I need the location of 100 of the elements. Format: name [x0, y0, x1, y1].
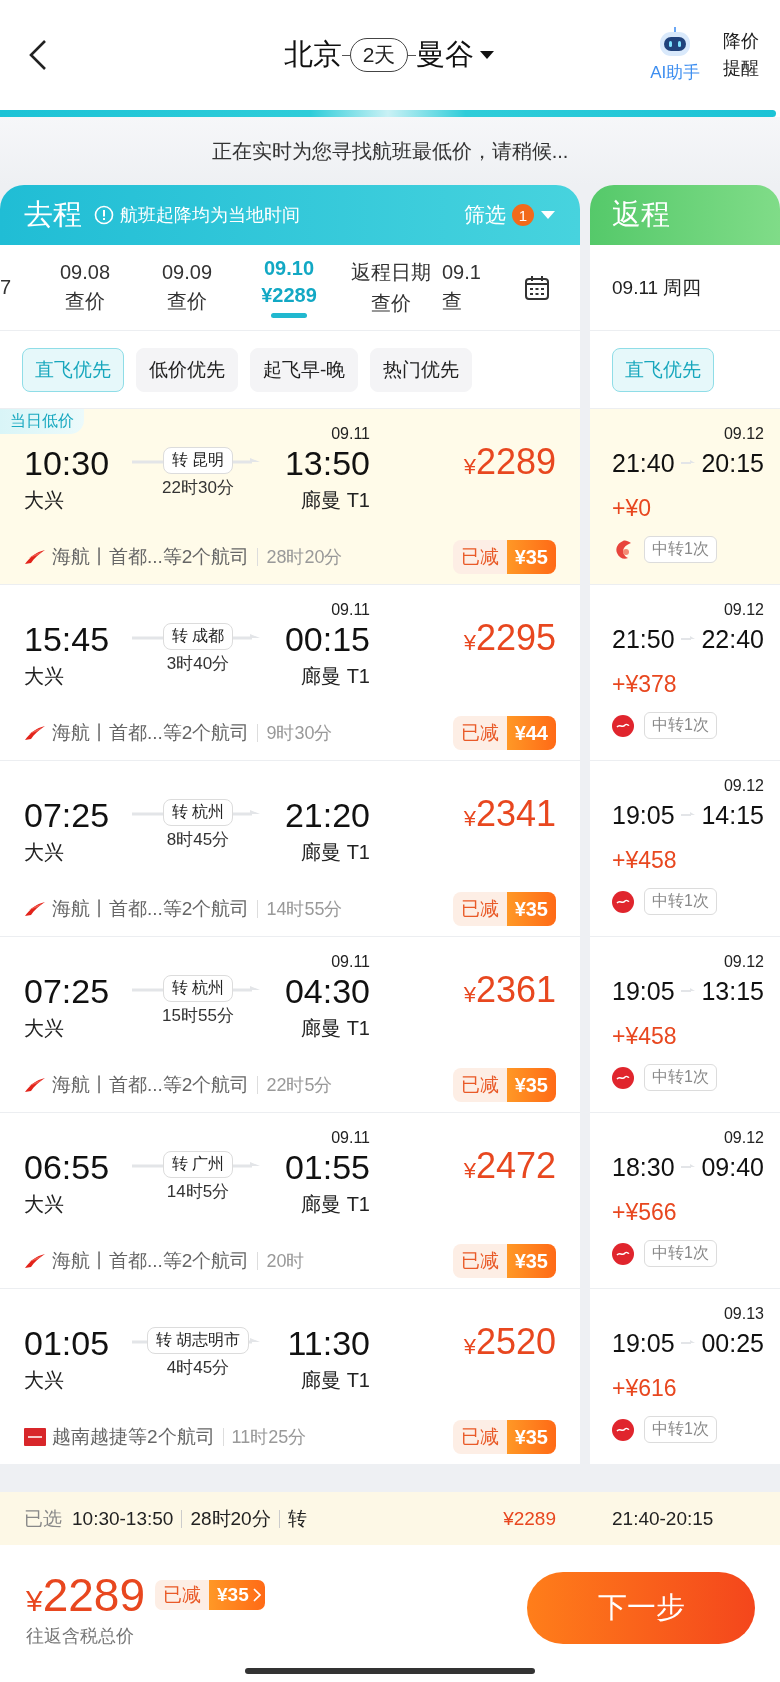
- route-arrow: [681, 1164, 695, 1170]
- stops-tag: 中转1次: [644, 888, 717, 915]
- selected-duration: 28时20分: [190, 1506, 271, 1531]
- return-flight-row[interactable]: 09.13 19:05 00:25 +¥616 中转1次: [590, 1288, 780, 1464]
- transfer-tag: 转 杭州: [162, 799, 234, 826]
- discount-label: 已减: [452, 1420, 507, 1454]
- date-tab[interactable]: 7: [0, 276, 34, 299]
- flight-price: ¥2520: [463, 1320, 556, 1363]
- departure-time: 19:05: [612, 1328, 675, 1358]
- total-duration: 11时25分: [231, 1426, 307, 1449]
- transfer-tag: 转 昆明: [162, 447, 234, 474]
- transfer-tag: 转 广州: [162, 1151, 234, 1178]
- departure-time: 21:50: [612, 624, 675, 654]
- flight-row[interactable]: 01:05 大兴 转 胡志明市 4时45分 11:30 廊曼 T1 ¥2520 越南越捷等2个航司 11时25分 已减 ¥35: [0, 1288, 580, 1464]
- arrival-time: 22:40: [701, 624, 764, 654]
- route-arrow: [681, 1340, 695, 1346]
- arrival-airport: 廊曼 T1: [301, 840, 370, 865]
- swoosh-logo: [24, 1253, 46, 1269]
- route-arrow: [681, 636, 695, 642]
- calendar-icon[interactable]: [524, 274, 550, 301]
- date-tab[interactable]: 返程日期 查价: [340, 258, 442, 317]
- sort-chip[interactable]: 热门优先: [370, 347, 473, 392]
- total-duration: 20时: [266, 1250, 305, 1273]
- lowest-price-badge: 当日低价: [0, 409, 84, 434]
- route-arrow: [681, 988, 695, 994]
- arrival-date: 09.11: [331, 1129, 370, 1147]
- selected-price: ¥2289: [503, 1507, 556, 1530]
- price-alert-button[interactable]: 降价提醒: [722, 28, 760, 82]
- departure-airport: 大兴: [24, 488, 64, 513]
- arrival-time: 14:15: [701, 800, 764, 830]
- stops-tag: 中转1次: [644, 1064, 717, 1091]
- arrival-date: 09.12: [723, 425, 764, 443]
- departure-time: 18:30: [612, 1152, 675, 1182]
- circle-logo: [612, 1066, 634, 1089]
- airline-name: 海航丨首都...等2个航司: [52, 721, 250, 745]
- arrival-time: 09:40: [701, 1152, 764, 1182]
- circle-logo: [612, 1242, 634, 1265]
- stops-tag: 中转1次: [644, 712, 717, 739]
- route-arrow: [681, 812, 695, 818]
- info-icon: [94, 205, 114, 225]
- arrival-date: 09.12: [723, 953, 764, 971]
- total-duration: 14时55分: [266, 898, 343, 921]
- date-tab[interactable]: 09.1 查: [442, 260, 498, 315]
- departure-time: 19:05: [612, 800, 675, 830]
- return-title: 返程: [611, 197, 670, 232]
- date-tab[interactable]: 09.08 查价: [34, 260, 136, 315]
- layover-duration: 3时40分: [166, 653, 230, 675]
- arrival-time: 13:15: [701, 976, 764, 1006]
- dropdown-caret-icon[interactable]: [478, 49, 497, 61]
- departure-airport: 大兴: [24, 840, 64, 865]
- departure-airport: 大兴: [24, 1192, 64, 1217]
- arrival-time: 00:25: [701, 1328, 764, 1358]
- return-flight-row[interactable]: 09.12 21:50 22:40 +¥378 中转1次: [590, 584, 780, 760]
- flight-row[interactable]: 06:55 大兴 转 广州 14时5分 09.11 01:55 廊曼 T1 ¥2472 海航丨首都...等2个航司 20时 已减 ¥35: [0, 1112, 580, 1288]
- flight-price: ¥2472: [463, 1144, 556, 1187]
- stops-tag: 中转1次: [644, 536, 717, 563]
- arrival-time: 00:15: [284, 619, 370, 659]
- discount-label: 已减: [155, 1580, 210, 1610]
- back-icon[interactable]: [28, 39, 48, 71]
- transfer-label: 转: [287, 1506, 307, 1531]
- departure-time: 21:40: [612, 448, 675, 478]
- departure-time: 19:05: [612, 976, 675, 1006]
- filter-count-badge: 1: [512, 204, 534, 226]
- departure-time: 07:25: [24, 971, 110, 1011]
- flight-row[interactable]: 15:45 大兴 转 成都 3时40分 09.11 00:15 廊曼 T1 ¥2295 海航丨首都...等2个航司 9时30分 已减 ¥44: [0, 584, 580, 760]
- return-flight-row[interactable]: 09.12 21:40 20:15 +¥0 中转1次: [590, 408, 780, 584]
- transfer-tag: 转 成都: [162, 623, 234, 650]
- discount-amount: ¥35: [506, 1244, 556, 1278]
- circle-logo: [612, 714, 634, 737]
- total-duration: 22时5分: [266, 1074, 333, 1097]
- origin-city: 北京: [283, 37, 342, 72]
- layover-duration: 14时5分: [166, 1181, 230, 1203]
- flight-row[interactable]: 07:25 大兴 转 杭州 8时45分 21:20 廊曼 T1 ¥2341 海航丨首都...等2个航司 14时55分 已减 ¥35: [0, 760, 580, 936]
- destination-city[interactable]: 曼谷: [416, 35, 475, 75]
- date-tab[interactable]: 09.09 查价: [136, 260, 238, 315]
- flight-row[interactable]: 07:25 大兴 转 杭州 15时55分 09.11 04:30 廊曼 T1 ¥2361 海航丨首都...等2个航司 22时5分 已减 ¥35: [0, 936, 580, 1112]
- arrival-date: 09.12: [723, 777, 764, 795]
- airline-name: 海航丨首都...等2个航司: [52, 1249, 250, 1273]
- departure-time: 10:30: [24, 443, 110, 483]
- return-flight-row[interactable]: 09.12 19:05 14:15 +¥458 中转1次: [590, 760, 780, 936]
- sort-chip[interactable]: 低价优先: [136, 347, 238, 392]
- flight-price: ¥2295: [463, 616, 556, 659]
- departure-time: 01:05: [24, 1323, 110, 1363]
- return-flight-row[interactable]: 09.12 19:05 13:15 +¥458 中转1次: [590, 936, 780, 1112]
- sort-chip[interactable]: 起飞早-晚: [250, 347, 359, 392]
- swoosh-logo: [24, 725, 46, 741]
- layover-duration: 15时55分: [162, 1005, 234, 1027]
- layover-duration: 8时45分: [166, 829, 230, 851]
- local-time-note: 航班起降均为当地时间: [120, 204, 300, 227]
- price-difference: +¥378: [612, 671, 678, 698]
- discount-amount: ¥35: [506, 1420, 556, 1454]
- discount-amount: ¥35: [506, 892, 556, 926]
- departure-time: 06:55: [24, 1147, 110, 1187]
- selected-label: 已选: [24, 1506, 62, 1531]
- discount-label: 已减: [452, 1068, 507, 1102]
- return-flight-row[interactable]: 09.12 18:30 09:40 +¥566 中转1次: [590, 1112, 780, 1288]
- discount-amount: ¥35: [506, 1068, 556, 1102]
- flight-row[interactable]: 当日低价 10:30 大兴 转 昆明 22时30分 09.11 13:50 廊曼 T1 ¥2289 海航丨首都...等2个航司 28时20分 已减 ¥35: [0, 408, 580, 584]
- return-date: 09.11 周四: [612, 275, 702, 300]
- swoosh-logo: [24, 549, 46, 565]
